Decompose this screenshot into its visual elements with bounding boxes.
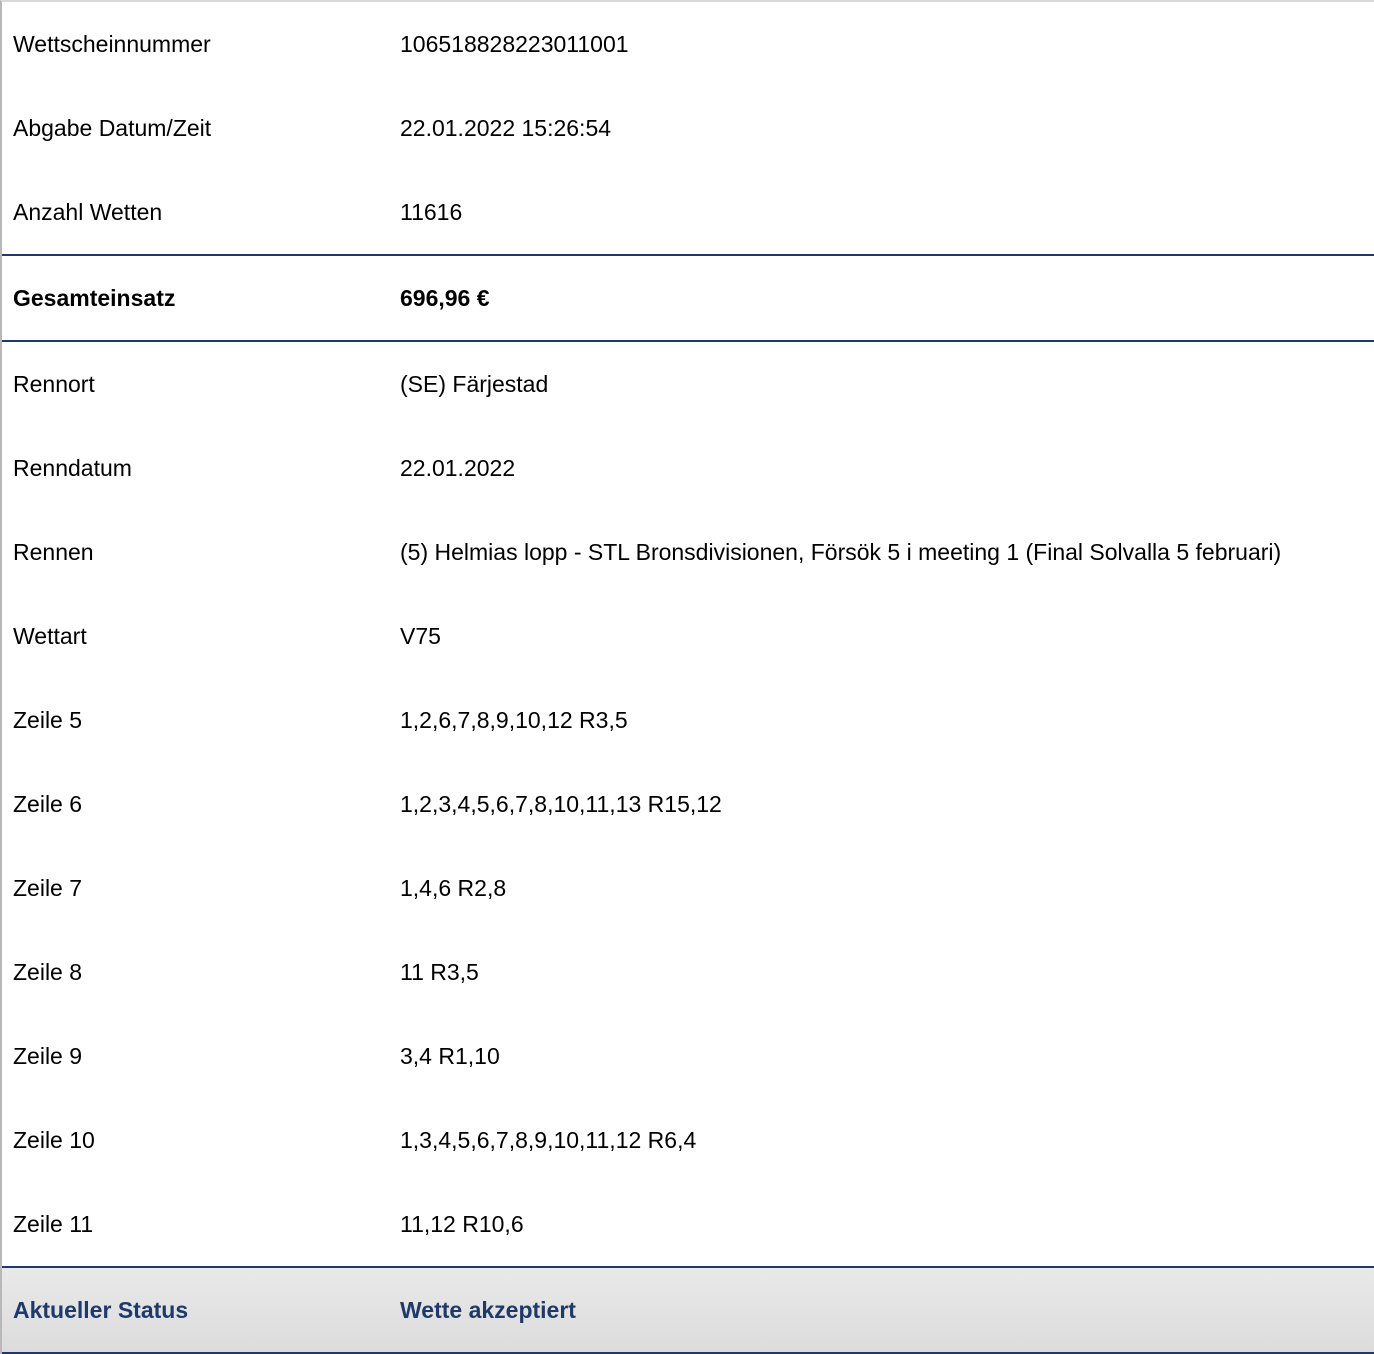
- label-bet-count: Anzahl Wetten: [13, 198, 163, 225]
- row-total-stake: Gesamteinsatz 696,96 €: [2, 256, 1374, 340]
- value-total-stake: 696,96 €: [400, 284, 490, 311]
- label-line-10: Zeile 10: [13, 1126, 95, 1153]
- row-race-date: Renndatum 22.01.2022: [2, 426, 1374, 510]
- value-line-6: 1,2,3,4,5,6,7,8,10,11,13 R15,12: [400, 790, 722, 817]
- value-line-5: 1,2,6,7,8,9,10,12 R3,5: [400, 706, 628, 733]
- label-current-status: Aktueller Status: [13, 1296, 189, 1323]
- value-bet-type: V75: [400, 622, 441, 649]
- status-badge: Wette akzeptiert: [400, 1296, 576, 1323]
- row-line-7: Zeile 7 1,4,6 R2,8: [2, 846, 1374, 930]
- value-submission-datetime: 22.01.2022 15:26:54: [400, 114, 612, 141]
- ticket-info-section: Wettscheinnummer 106518828223011001 Abga…: [2, 2, 1374, 254]
- row-bet-type: Wettart V75: [2, 594, 1374, 678]
- label-race-date: Renndatum: [13, 454, 132, 481]
- row-current-status: Aktueller Status Wette akzeptiert: [2, 1268, 1374, 1352]
- label-total-stake: Gesamteinsatz: [13, 284, 176, 311]
- row-line-11: Zeile 11 11,12 R10,6: [2, 1182, 1374, 1266]
- value-race-date: 22.01.2022: [400, 454, 516, 481]
- value-race-name: (5) Helmias lopp - STL Bronsdivisionen, …: [400, 538, 1282, 565]
- label-line-9: Zeile 9: [13, 1042, 83, 1069]
- label-line-8: Zeile 8: [13, 958, 83, 985]
- row-race-venue: Rennort (SE) Färjestad: [2, 342, 1374, 426]
- row-line-5: Zeile 5 1,2,6,7,8,9,10,12 R3,5: [2, 678, 1374, 762]
- row-line-6: Zeile 6 1,2,3,4,5,6,7,8,10,11,13 R15,12: [2, 762, 1374, 846]
- label-ticket-number: Wettscheinnummer: [13, 30, 211, 57]
- value-line-8: 11 R3,5: [400, 958, 479, 985]
- value-bet-count: 11616: [400, 198, 463, 225]
- value-line-10: 1,3,4,5,6,7,8,9,10,11,12 R6,4: [400, 1126, 697, 1153]
- label-race-venue: Rennort: [13, 370, 95, 397]
- row-ticket-number: Wettscheinnummer 106518828223011001: [2, 2, 1374, 86]
- race-details-section: Rennort (SE) Färjestad Renndatum 22.01.2…: [2, 342, 1374, 1266]
- label-line-7: Zeile 7: [13, 874, 83, 901]
- row-submission-datetime: Abgabe Datum/Zeit 22.01.2022 15:26:54: [2, 86, 1374, 170]
- value-line-7: 1,4,6 R2,8: [400, 874, 507, 901]
- label-line-11: Zeile 11: [13, 1210, 94, 1237]
- row-line-9: Zeile 9 3,4 R1,10: [2, 1014, 1374, 1098]
- row-line-10: Zeile 10 1,3,4,5,6,7,8,9,10,11,12 R6,4: [2, 1098, 1374, 1182]
- row-race-name: Rennen (5) Helmias lopp - STL Bronsdivis…: [2, 510, 1374, 594]
- value-race-venue: (SE) Färjestad: [400, 370, 549, 397]
- value-line-11: 11,12 R10,6: [400, 1210, 524, 1237]
- current-status-bar: Aktueller Status Wette akzeptiert: [2, 1266, 1374, 1354]
- value-line-9: 3,4 R1,10: [400, 1042, 500, 1069]
- bet-ticket-details: Wettscheinnummer 106518828223011001 Abga…: [0, 0, 1374, 1354]
- label-line-6: Zeile 6: [13, 790, 83, 817]
- label-line-5: Zeile 5: [13, 706, 83, 733]
- label-bet-type: Wettart: [13, 622, 87, 649]
- row-line-8: Zeile 8 11 R3,5: [2, 930, 1374, 1014]
- label-race-name: Rennen: [13, 538, 94, 565]
- value-ticket-number: 106518828223011001: [400, 30, 629, 57]
- label-submission-datetime: Abgabe Datum/Zeit: [13, 114, 212, 141]
- row-bet-count: Anzahl Wetten 11616: [2, 170, 1374, 254]
